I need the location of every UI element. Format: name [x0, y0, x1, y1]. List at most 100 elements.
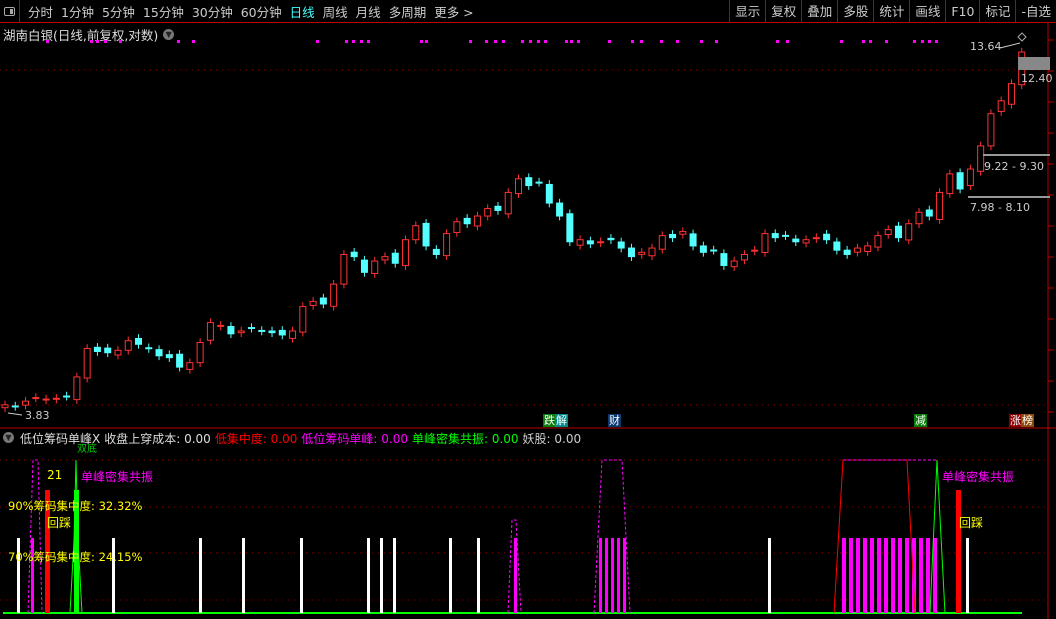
indicator-bar-magenta — [933, 538, 937, 613]
candle-down — [11, 405, 19, 408]
signal-dot — [46, 40, 49, 43]
signal-dot — [367, 40, 370, 43]
signal-dot — [631, 40, 634, 43]
candle-up — [453, 221, 461, 233]
candle-up — [1, 404, 9, 409]
candle-up — [874, 235, 882, 248]
candle-up — [884, 229, 892, 235]
signal-dot — [869, 40, 872, 43]
indicator-bar-magenta — [884, 538, 888, 613]
signal-dot — [352, 40, 355, 43]
candle-up — [381, 256, 389, 261]
indicator-bar-magenta — [877, 538, 881, 613]
candle-up — [638, 251, 646, 255]
pullback-label-2: 回踩 — [959, 516, 984, 530]
candle-down — [432, 248, 440, 255]
candle-up — [853, 247, 861, 253]
candle-down — [586, 240, 594, 245]
candle-down — [607, 237, 615, 241]
signal-dot — [90, 40, 93, 43]
indicator-bar-white — [380, 538, 383, 613]
candle-down — [104, 347, 112, 354]
candle-down — [699, 245, 707, 253]
event-tag-jie[interactable]: 解 — [555, 414, 568, 427]
candle-down — [792, 238, 800, 243]
candle-down — [843, 249, 851, 255]
candle-up — [443, 233, 451, 257]
candle-up — [83, 347, 91, 379]
candle-up — [597, 241, 605, 244]
candle-up — [330, 283, 338, 307]
candle-up — [905, 223, 913, 241]
signal-dot — [786, 40, 789, 43]
candle-up — [114, 349, 122, 356]
indicator-bar-magenta — [926, 538, 930, 613]
signal-dot — [640, 40, 643, 43]
signal-dot — [928, 40, 931, 43]
signal-dot — [913, 40, 916, 43]
low-price-label: 3.83 — [25, 409, 50, 422]
signal-dot — [660, 40, 663, 43]
candle-down — [669, 233, 677, 239]
candle-down — [894, 225, 902, 239]
last-price-box — [1018, 57, 1050, 70]
indicator-bar-white — [768, 538, 771, 613]
candle-down — [145, 347, 153, 350]
candle-up — [997, 100, 1005, 112]
candle-up — [515, 178, 522, 195]
indicator-bar-white — [300, 538, 303, 613]
candle-up — [32, 397, 40, 400]
candle-down — [525, 177, 533, 187]
candle-down — [494, 205, 502, 211]
candle-down — [782, 234, 790, 237]
signal-dot — [935, 40, 938, 43]
resonance-label-2: 单峰密集共振 — [942, 470, 1015, 484]
indicator-value-4: 妖股: 0.00 — [522, 432, 582, 446]
indicator-bar-white — [966, 538, 969, 613]
kline-chart — [0, 23, 1056, 619]
signal-dot — [469, 40, 472, 43]
chevron-down-icon[interactable]: ▼ — [3, 432, 14, 443]
signal-dot — [316, 40, 319, 43]
signal-dot — [485, 40, 488, 43]
candle-down — [956, 172, 964, 190]
candle-down — [689, 233, 697, 247]
candle-up — [206, 322, 214, 341]
concentration-90-label: 90%筹码集中度: 32.32% — [8, 499, 143, 513]
indicator-bar-magenta — [891, 538, 895, 613]
candle-down — [258, 329, 266, 332]
signal-dot — [885, 40, 888, 43]
candle-down — [463, 217, 471, 225]
last-price-label: 12.40 — [1021, 72, 1053, 85]
signal-dot — [521, 40, 524, 43]
candle-up — [946, 173, 954, 195]
event-tag-jian[interactable]: 减 — [914, 414, 927, 427]
candle-up — [73, 376, 81, 401]
cut-label: 双底 — [77, 444, 97, 455]
signal-dot — [537, 40, 540, 43]
concentration-70-label: 70%筹码集中度: 24.15% — [8, 550, 143, 564]
signal-dot — [96, 40, 99, 43]
low-arrow — [7, 412, 23, 416]
event-tag-cai[interactable]: 财 — [608, 414, 621, 427]
candle-up — [977, 145, 985, 172]
signal-dot — [921, 40, 924, 43]
candle-up — [730, 260, 738, 268]
candle-up — [679, 231, 687, 235]
indicator-bar-white — [242, 538, 245, 613]
high-price-label: 13.64 — [970, 40, 1002, 53]
indicator-bar-magenta — [919, 538, 923, 613]
diamond-icon — [1017, 32, 1027, 42]
signal-dot — [420, 40, 423, 43]
candle-up — [371, 260, 379, 274]
candle-up — [484, 208, 492, 217]
candle-down — [360, 259, 368, 273]
event-tag-bang[interactable]: 榜 — [1021, 414, 1034, 427]
signal-dot — [192, 40, 195, 43]
indicator-dashed-line — [27, 459, 43, 614]
indicator-bar-white — [477, 538, 480, 613]
candle-down — [135, 337, 143, 345]
candle-up — [412, 225, 420, 241]
candle-up — [289, 330, 297, 339]
candle-up — [966, 168, 974, 187]
